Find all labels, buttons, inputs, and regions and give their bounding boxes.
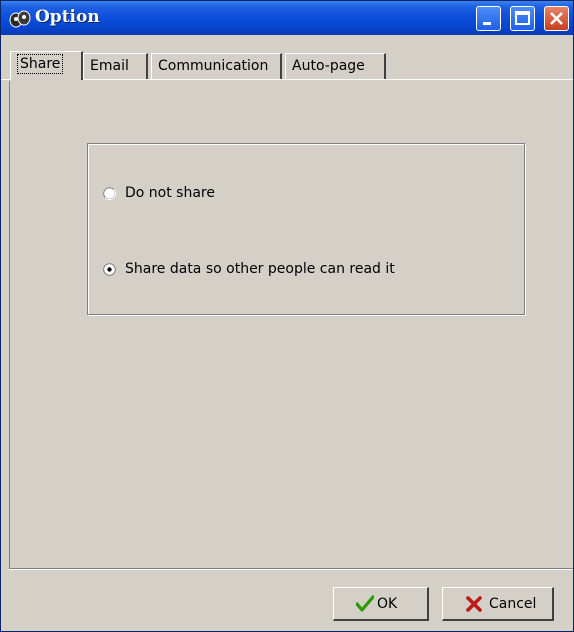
tab-divider [1, 79, 573, 80]
title-bar[interactable]: Option [1, 1, 573, 35]
tab-share-label: Share [17, 54, 64, 74]
tab-auto-page-label: Auto-page [292, 58, 365, 74]
cancel-button[interactable]: Cancel [442, 587, 554, 621]
panel-left-edge [9, 81, 10, 569]
radio-checked-icon[interactable] [103, 263, 116, 276]
cancel-button-label: Cancel [489, 596, 537, 612]
radio-do-not-share-label: Do not share [125, 185, 215, 201]
checkmark-icon [356, 595, 374, 612]
tab-strip: Share Email Communication Auto-page [1, 35, 573, 81]
close-button[interactable] [544, 6, 569, 31]
close-icon [550, 12, 563, 25]
radio-unchecked-icon[interactable] [103, 187, 116, 200]
maximize-icon [515, 11, 530, 25]
option-dialog: Option Share Email Communication Auto-pa… [0, 0, 574, 632]
ok-button[interactable]: OK [333, 587, 429, 621]
ok-button-label: OK [377, 596, 398, 612]
maximize-button[interactable] [510, 6, 535, 31]
radio-share-data-label: Share data so other people can read it [125, 261, 395, 277]
minimize-icon [483, 22, 491, 25]
window-title: Option [35, 7, 100, 27]
tab-share[interactable]: Share [10, 51, 83, 80]
app-icon [9, 10, 31, 28]
tab-email-label: Email [90, 58, 129, 74]
x-icon [466, 596, 482, 612]
tab-communication[interactable]: Communication [151, 53, 282, 79]
tab-communication-label: Communication [158, 58, 269, 74]
button-area-separator [9, 568, 573, 570]
share-options-group [87, 143, 525, 315]
minimize-button[interactable] [476, 6, 501, 31]
tab-email[interactable]: Email [83, 53, 148, 79]
tab-auto-page[interactable]: Auto-page [285, 53, 386, 79]
